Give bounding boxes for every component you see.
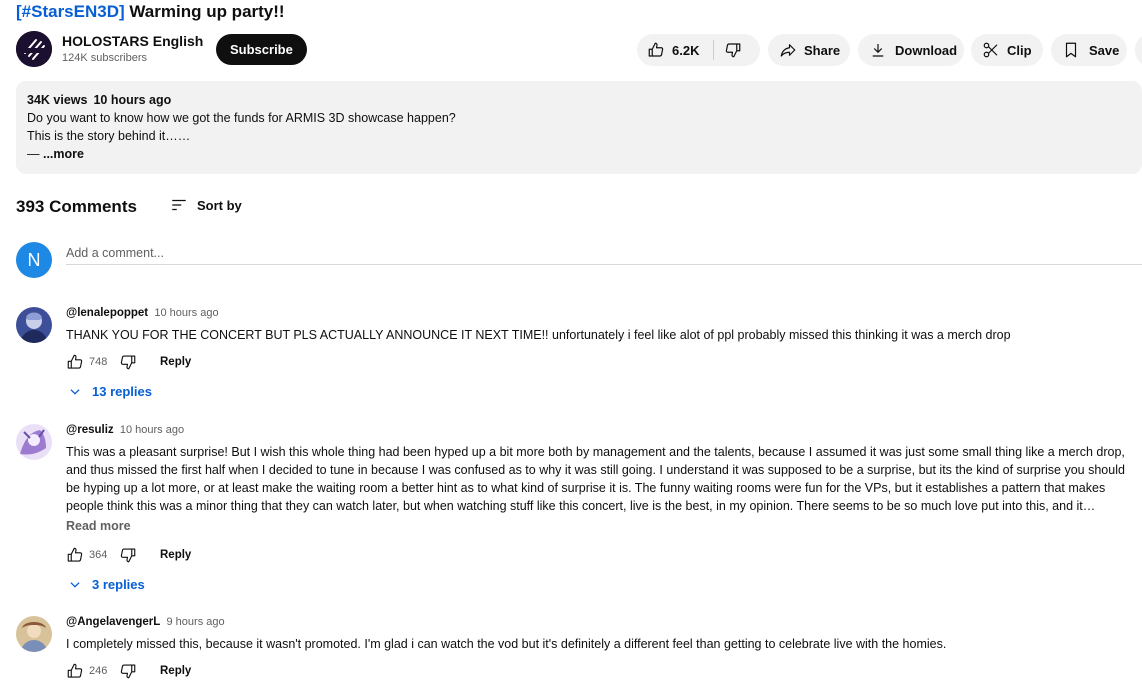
share-icon [780, 44, 796, 57]
comment-like-count: 364 [89, 549, 108, 561]
sort-by-button[interactable]: Sort by [170, 196, 242, 214]
comment-time[interactable]: 10 hours ago [120, 424, 184, 436]
avatar-image-icon [16, 424, 52, 460]
chevron-down-icon [70, 581, 80, 588]
add-comment-row: N [16, 242, 1142, 278]
subscriber-count: 124K subscribers [62, 52, 147, 64]
reply-button[interactable]: Reply [160, 665, 191, 677]
user-avatar[interactable]: N [16, 242, 52, 278]
sort-icon [172, 199, 186, 211]
channel-row: HOLOSTARS English 124K subscribers Subsc… [16, 31, 1142, 69]
comment-time[interactable]: 9 hours ago [167, 616, 225, 628]
clip-button[interactable]: Clip [971, 34, 1043, 66]
video-title: [#StarsEN3D] Warming up party!! [16, 1, 285, 23]
description-line: Do you want to know how we got the funds… [27, 111, 456, 125]
share-label: Share [804, 42, 841, 58]
comment-author[interactable]: @AngelavengerL [66, 616, 160, 628]
comment-actions: 364 Reply [66, 545, 191, 565]
save-label: Save [1089, 42, 1120, 58]
replies-label: 3 replies [92, 577, 145, 592]
comment-header: @AngelavengerL 9 hours ago [66, 616, 225, 628]
comment-dislike-button[interactable] [119, 353, 137, 371]
comment-dislike-button[interactable] [119, 546, 137, 564]
more-actions-button[interactable] [1135, 34, 1142, 66]
view-count: 34K views [27, 93, 88, 107]
thumbs-up-icon[interactable] [66, 546, 84, 564]
thumbs-down-icon [120, 355, 136, 370]
view-replies-button[interactable]: 13 replies [68, 384, 152, 399]
reply-button[interactable]: Reply [160, 356, 191, 368]
avatar-image-icon [16, 307, 52, 343]
description-meta: 34K views 10 hours ago [27, 91, 1131, 109]
title-text: Warming up party!! [124, 2, 285, 21]
comment-thread: @lenalepoppet 10 hours ago THANK YOU FOR… [16, 307, 1142, 402]
comment-text: This was a pleasant surprise! But I wish… [66, 445, 1125, 513]
comment-text: THANK YOU FOR THE CONCERT BUT PLS ACTUAL… [66, 328, 1011, 342]
thumbs-up-icon[interactable] [66, 662, 84, 680]
thumbs-up-icon [648, 42, 664, 57]
thumbs-down-icon [120, 548, 136, 563]
comment-header: @resuliz 10 hours ago [66, 424, 184, 436]
save-button[interactable]: Save [1051, 34, 1127, 66]
comment-thread: @resuliz 10 hours ago This was a pleasan… [16, 424, 1142, 596]
thumbs-up-icon[interactable] [66, 353, 84, 371]
download-label: Download [895, 42, 958, 58]
like-button[interactable]: 6.2K [637, 34, 699, 66]
comment-time[interactable]: 10 hours ago [154, 307, 218, 319]
like-dislike-group: 6.2K [637, 34, 760, 66]
view-replies-button[interactable]: 3 replies [68, 577, 145, 592]
chevron-down-icon [70, 388, 80, 395]
scissors-icon [983, 42, 998, 58]
comment-like-count: 246 [89, 665, 108, 677]
commenter-avatar[interactable] [16, 307, 52, 343]
comment-actions: 246 Reply [66, 661, 191, 681]
subscribe-button[interactable]: Subscribe [216, 34, 307, 65]
channel-name[interactable]: HOLOSTARS English [62, 33, 203, 49]
sort-label: Sort by [197, 197, 242, 213]
avatar-image-icon [16, 616, 52, 652]
title-hashtag-link[interactable]: [#StarsEN3D] [16, 2, 125, 21]
description-box[interactable]: 34K views 10 hours ago Do you want to kno… [16, 81, 1142, 174]
commenter-avatar[interactable] [16, 424, 52, 460]
comment-author[interactable]: @lenalepoppet [66, 307, 148, 319]
description-line: — ...more [27, 145, 1131, 163]
description-more-link[interactable]: ...more [43, 147, 84, 161]
thumbs-down-icon [726, 43, 741, 58]
download-button[interactable]: Download [858, 34, 964, 66]
upload-time: 10 hours ago [93, 93, 172, 107]
channel-avatar[interactable] [16, 31, 52, 67]
comment-thread: @AngelavengerL 9 hours ago I completely … [16, 616, 1142, 686]
download-icon [872, 44, 884, 57]
comment-like-count: 748 [89, 356, 108, 368]
comments-count: 393 Comments [16, 197, 137, 216]
comment-text: I completely missed this, because it was… [66, 637, 947, 651]
share-button[interactable]: Share [768, 34, 850, 66]
reply-button[interactable]: Reply [160, 549, 191, 561]
replies-label: 13 replies [92, 384, 152, 399]
dislike-button[interactable] [714, 34, 742, 66]
comment-dislike-button[interactable] [119, 662, 137, 680]
comment-header: @lenalepoppet 10 hours ago [66, 307, 219, 319]
commenter-avatar[interactable] [16, 616, 52, 652]
comment-actions: 748 Reply [66, 352, 191, 372]
channel-logo-icon [16, 31, 52, 67]
read-more-link[interactable]: Read more [66, 519, 131, 533]
bookmark-icon [1065, 42, 1077, 58]
like-count: 6.2K [672, 42, 700, 58]
add-comment-input[interactable] [66, 242, 1142, 265]
clip-label: Clip [1007, 42, 1032, 58]
description-line: This is the story behind it…… [27, 129, 191, 143]
description-dash: — [27, 147, 40, 161]
comment-author[interactable]: @resuliz [66, 424, 114, 436]
thumbs-down-icon [120, 664, 136, 679]
